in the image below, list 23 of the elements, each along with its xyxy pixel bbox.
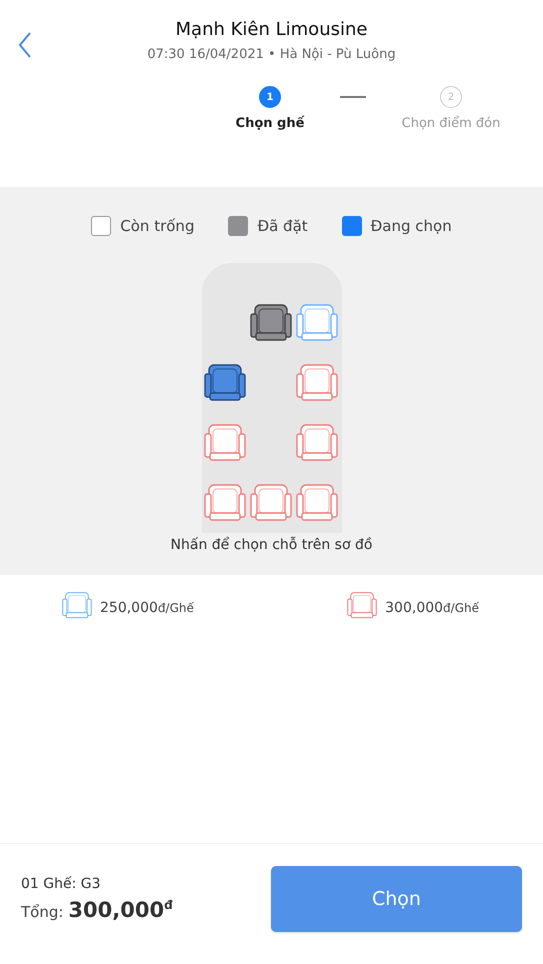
choose-button[interactable]: Chọn <box>271 866 522 932</box>
selected-seats: 01 Ghế: G3 <box>21 876 173 892</box>
back-icon[interactable] <box>18 32 32 58</box>
seat-icon[interactable] <box>204 363 246 403</box>
legend-label: Đang chọn <box>370 217 452 235</box>
legend-label: Còn trống <box>120 217 194 235</box>
step-connector <box>340 96 366 98</box>
trip-subtitle: 07:30 16/04/2021 • Hà Nội - Pù Luông <box>147 47 396 62</box>
step-label[interactable]: Chọn điểm đón <box>402 116 500 131</box>
step-number: 2 <box>440 86 462 108</box>
price-label: 250,000đ/Ghế <box>100 600 194 616</box>
price-label: 300,000đ/Ghế <box>385 600 479 616</box>
seat-icon[interactable] <box>250 303 292 343</box>
legend-swatch <box>342 216 362 236</box>
legend-swatch <box>228 216 248 236</box>
legend-swatch <box>91 216 112 236</box>
legend-label: Đã đặt <box>257 217 308 235</box>
step-number: 1 <box>259 86 281 108</box>
step-label[interactable]: Chọn ghế <box>236 116 304 131</box>
total-label: Tổng: <box>21 903 64 921</box>
total-amount: 300,000$^{đ}$ <box>68 898 173 922</box>
trip-title: Mạnh Kiên Limousine <box>176 18 368 42</box>
map-hint: Nhấn để chọn chỗ trên sơ đồ <box>170 537 372 553</box>
